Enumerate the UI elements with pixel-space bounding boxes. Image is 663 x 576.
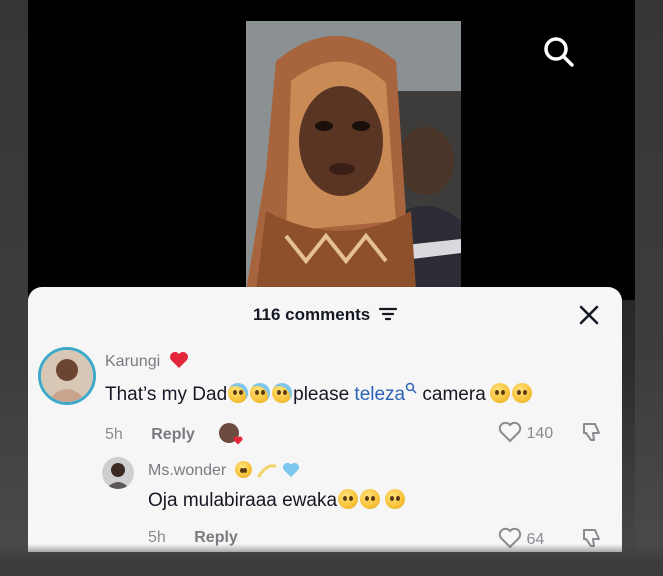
smile-emoji-icon: [234, 461, 252, 478]
comment-text: Oja mulabiraaa ewaka: [148, 489, 406, 512]
avatar[interactable]: [38, 347, 96, 405]
screen: 116 comments Karungi That’s my Dad pleas…: [0, 0, 663, 576]
left-edge-blur: [0, 0, 28, 576]
username-text: Karungi: [105, 353, 161, 370]
crying-emoji-icon: [272, 383, 293, 403]
dislike-icon: [583, 423, 600, 441]
crying-emoji-icon: [250, 383, 271, 403]
dislike-button[interactable]: [580, 421, 602, 448]
bottom-blur-overlay: [0, 544, 663, 576]
video-player[interactable]: [28, 0, 635, 300]
search-icon: [544, 37, 574, 67]
comment-time: 5h: [105, 426, 123, 443]
comment-text: That’s my Dad please teleza camera: [105, 382, 533, 406]
comment-text-part: That’s my Dad: [105, 384, 228, 405]
search-button[interactable]: [541, 34, 577, 70]
comment-meta: 5h Reply: [105, 423, 243, 445]
avatar-image: [41, 350, 93, 402]
close-button[interactable]: [578, 304, 600, 326]
like-button[interactable]: 140: [498, 421, 553, 443]
comments-sheet: 116 comments Karungi That’s my Dad pleas…: [28, 287, 622, 552]
avatar[interactable]: [102, 457, 134, 489]
pleading-emoji-icon: [489, 383, 510, 403]
close-icon: [579, 305, 599, 325]
video-person-image: [246, 21, 461, 291]
search-icon: [405, 382, 417, 394]
avatar-image: [102, 457, 134, 489]
comment-count-title[interactable]: 116 comments: [28, 305, 622, 326]
comment-text-part: Oja mulabiraaa ewaka: [148, 490, 338, 511]
laughing-emoji-icon: [360, 489, 381, 509]
username-text: Ms.wonder: [148, 462, 227, 479]
search-link[interactable]: teleza: [354, 382, 417, 405]
video-frame[interactable]: [246, 21, 461, 291]
comment-text-part: camera: [422, 384, 486, 405]
comment-username[interactable]: Karungi: [105, 351, 189, 371]
right-edge-blur: [635, 0, 663, 576]
comment-item: Ms.wonder Oja mulabiraaa ewaka 5h Reply: [28, 453, 622, 552]
heart-icon: [233, 436, 243, 445]
grinning-emoji-icon: [385, 489, 406, 509]
heart-icon: [169, 352, 188, 368]
comment-username[interactable]: Ms.wonder: [148, 461, 300, 480]
comments-header: 116 comments: [28, 287, 622, 343]
creator-liked-avatar: [219, 423, 243, 445]
crying-emoji-icon: [228, 383, 249, 403]
filter-icon[interactable]: [378, 306, 398, 326]
comment-text-part: please: [293, 384, 350, 405]
laughing-emoji-icon: [338, 489, 359, 509]
comment-item: Karungi That’s my Dad please teleza camer…: [28, 343, 622, 453]
sparkle-icon: [257, 464, 277, 478]
pleading-emoji-icon: [511, 383, 532, 403]
search-link-text: teleza: [354, 384, 406, 405]
blue-heart-icon: [282, 462, 299, 478]
comment-count-label: 116 comments: [253, 305, 371, 324]
reply-button[interactable]: Reply: [151, 426, 195, 443]
heart-outline-icon: [498, 421, 522, 443]
like-count: 140: [526, 425, 554, 442]
